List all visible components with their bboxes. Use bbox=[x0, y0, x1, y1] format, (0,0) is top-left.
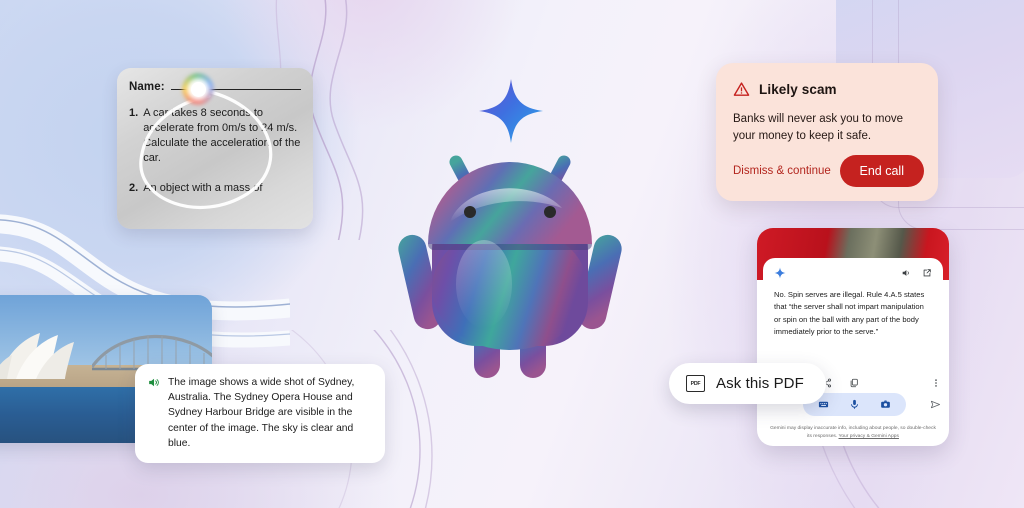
gemini-pdf-card: No. Spin serves are illegal. Rule 4.A.5 … bbox=[757, 228, 949, 446]
pdf-file-icon: PDF bbox=[686, 375, 705, 392]
mascot-highlight bbox=[456, 240, 512, 328]
gemini-input-row bbox=[803, 393, 941, 416]
pdf-icon-text: PDF bbox=[690, 380, 701, 387]
copy-icon[interactable] bbox=[849, 378, 859, 388]
gemini-disclaimer: Gemini may display inaccurate info, incl… bbox=[767, 425, 939, 440]
camera-icon[interactable] bbox=[880, 399, 891, 410]
mascot-head bbox=[428, 162, 592, 250]
response-header bbox=[774, 267, 932, 279]
ask-this-pdf-button[interactable]: PDF Ask this PDF bbox=[669, 363, 826, 404]
end-call-button[interactable]: End call bbox=[839, 155, 924, 187]
sydney-caption-text: The image shows a wide shot of Sydney, A… bbox=[168, 377, 355, 449]
circle-to-search-stroke bbox=[139, 88, 273, 210]
response-header-actions bbox=[901, 268, 932, 278]
google-sparkle-dot-core-icon bbox=[191, 82, 206, 97]
privacy-link[interactable]: Your privacy & Gemini Apps bbox=[839, 434, 899, 439]
open-in-new-icon[interactable] bbox=[922, 268, 932, 278]
keyboard-icon[interactable] bbox=[818, 399, 829, 410]
gemini-sparkle-icon bbox=[774, 267, 786, 279]
worksheet-card[interactable]: Name: 1. A car takes 8 seconds to accele… bbox=[117, 68, 313, 229]
sydney-caption-card: The image shows a wide shot of Sydney, A… bbox=[135, 364, 385, 464]
microphone-icon[interactable] bbox=[849, 399, 860, 410]
send-icon[interactable] bbox=[930, 399, 941, 410]
ai-sparkle-icon bbox=[479, 79, 543, 143]
android-bugdroid-3d bbox=[398, 155, 622, 378]
scene-root: Name: 1. A car takes 8 seconds to accele… bbox=[0, 0, 1024, 508]
speaker-icon[interactable] bbox=[901, 268, 911, 278]
scam-actions: Dismiss & continue End call bbox=[733, 155, 924, 187]
scam-warning-card: Likely scam Banks will never ask you to … bbox=[716, 63, 938, 201]
scam-body-text: Banks will never ask you to move your mo… bbox=[733, 113, 904, 142]
warning-triangle-icon bbox=[733, 82, 750, 96]
more-vert-icon[interactable] bbox=[931, 378, 941, 388]
scam-header: Likely scam bbox=[733, 81, 921, 98]
dismiss-and-continue-button[interactable]: Dismiss & continue bbox=[733, 165, 831, 177]
scam-title: Likely scam bbox=[759, 82, 837, 97]
speaker-playing-icon[interactable] bbox=[147, 376, 160, 389]
gemini-response-text: No. Spin serves are illegal. Rule 4.A.5 … bbox=[774, 290, 925, 336]
ask-this-pdf-label: Ask this PDF bbox=[716, 375, 804, 392]
